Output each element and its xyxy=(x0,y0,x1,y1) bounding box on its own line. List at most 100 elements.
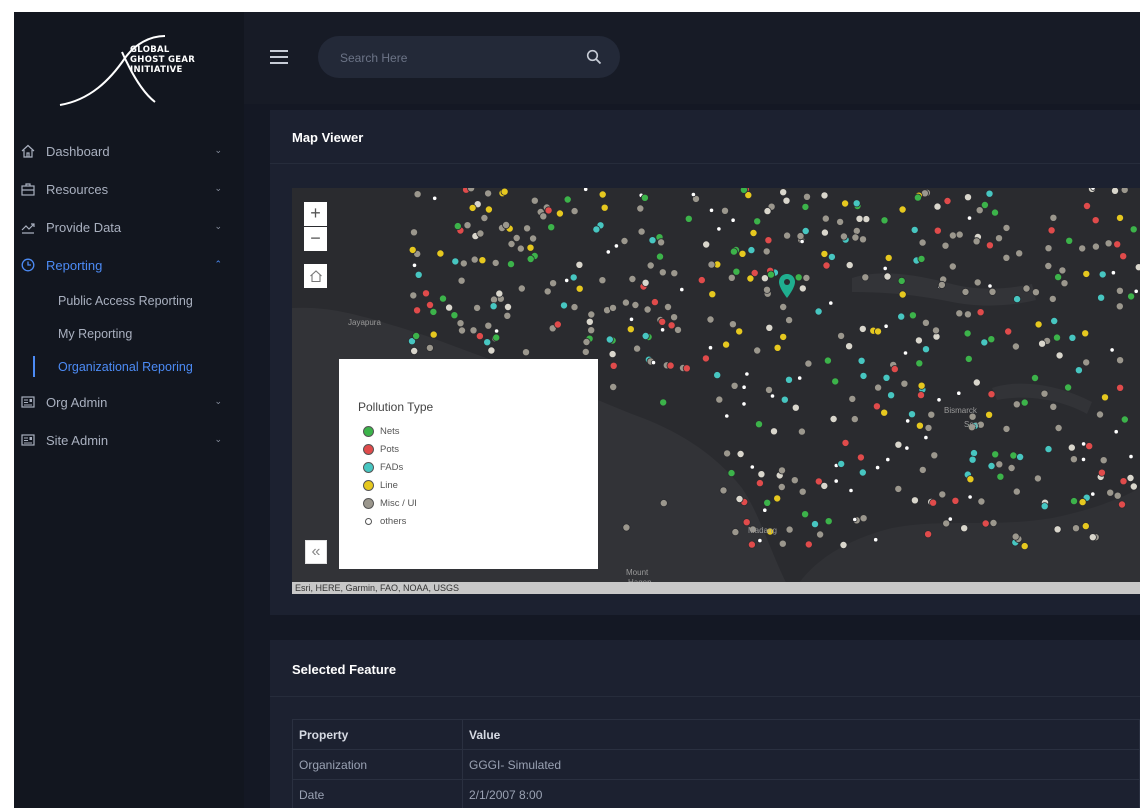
map-point[interactable] xyxy=(523,224,532,233)
map-point[interactable] xyxy=(779,303,788,312)
map-point[interactable] xyxy=(782,196,791,205)
map-point[interactable] xyxy=(801,202,810,211)
map-point[interactable] xyxy=(757,537,763,544)
map-point[interactable] xyxy=(1126,473,1135,482)
map-point[interactable] xyxy=(667,321,676,330)
map-point[interactable] xyxy=(1068,333,1077,342)
map-point[interactable] xyxy=(933,226,942,235)
map-point[interactable] xyxy=(941,241,950,250)
map-point[interactable] xyxy=(766,270,775,279)
map-point[interactable] xyxy=(730,381,739,390)
map-point[interactable] xyxy=(858,324,867,333)
map-point[interactable] xyxy=(897,312,906,321)
map-point[interactable] xyxy=(549,279,558,288)
map-point[interactable] xyxy=(947,516,953,522)
map-point[interactable] xyxy=(1078,244,1087,253)
map-point[interactable] xyxy=(937,280,946,289)
sidebar-item-reporting[interactable]: Reporting ⌃ xyxy=(14,246,244,284)
map-point[interactable] xyxy=(956,390,962,396)
map-point[interactable] xyxy=(502,221,511,230)
sidebar-item-provide-data[interactable]: Provide Data ⌄ xyxy=(14,208,244,246)
map-point[interactable] xyxy=(697,276,706,285)
map-point[interactable] xyxy=(1116,356,1125,365)
map-point[interactable] xyxy=(967,494,973,500)
map-point[interactable] xyxy=(883,272,892,281)
map-point[interactable] xyxy=(814,307,823,316)
map-point[interactable] xyxy=(708,290,717,299)
map-point[interactable] xyxy=(908,410,917,419)
map-point[interactable] xyxy=(570,303,579,312)
map-point[interactable] xyxy=(884,253,893,262)
map-point[interactable] xyxy=(701,354,710,363)
map-point[interactable] xyxy=(985,410,994,419)
map-point[interactable] xyxy=(738,249,747,258)
map-point[interactable] xyxy=(585,317,594,326)
map-point[interactable] xyxy=(429,330,438,339)
map-point[interactable] xyxy=(797,375,803,381)
map-point[interactable] xyxy=(936,397,942,403)
map-point[interactable] xyxy=(779,188,788,197)
map-point[interactable] xyxy=(861,273,870,282)
map-point[interactable] xyxy=(791,403,800,412)
map-point[interactable] xyxy=(480,213,489,222)
map-point[interactable] xyxy=(1097,468,1106,477)
map-point[interactable] xyxy=(794,273,803,282)
map-point[interactable] xyxy=(429,307,438,316)
map-point[interactable] xyxy=(933,202,942,211)
map-point[interactable] xyxy=(706,315,715,324)
map-point[interactable] xyxy=(1110,270,1117,276)
map-point[interactable] xyxy=(1067,443,1076,452)
map-point[interactable] xyxy=(1120,415,1129,424)
map-point[interactable] xyxy=(539,212,548,221)
map-point[interactable] xyxy=(592,225,601,234)
map-point[interactable] xyxy=(820,228,829,237)
map-point[interactable] xyxy=(1053,525,1062,534)
map-point[interactable] xyxy=(1044,445,1053,454)
map-point[interactable] xyxy=(1047,226,1056,235)
map-point[interactable] xyxy=(1038,339,1047,348)
map-point[interactable] xyxy=(829,414,838,423)
map-point[interactable] xyxy=(862,215,871,224)
map-point[interactable] xyxy=(820,249,829,258)
map-point[interactable] xyxy=(827,252,836,261)
map-point[interactable] xyxy=(873,537,879,543)
map-point[interactable] xyxy=(487,346,496,355)
map-point[interactable] xyxy=(655,252,664,261)
map-point[interactable] xyxy=(1009,451,1018,460)
map-point[interactable] xyxy=(976,308,985,317)
map-point[interactable] xyxy=(555,209,564,218)
zoom-in-button[interactable]: + xyxy=(304,202,327,226)
map-point[interactable] xyxy=(1134,263,1140,272)
map-point[interactable] xyxy=(1054,273,1063,282)
map-point[interactable] xyxy=(851,233,860,242)
map-point[interactable] xyxy=(929,498,938,507)
map-point[interactable] xyxy=(587,310,596,319)
map-point[interactable] xyxy=(924,423,933,432)
map-point[interactable] xyxy=(1119,252,1128,261)
map-point[interactable] xyxy=(1011,532,1020,541)
map-point[interactable] xyxy=(1129,482,1138,491)
map-point[interactable] xyxy=(609,361,618,370)
map-point[interactable] xyxy=(964,354,973,363)
map-point[interactable] xyxy=(845,261,854,270)
map-point[interactable] xyxy=(1109,347,1115,353)
map-point[interactable] xyxy=(1113,491,1122,500)
map-point[interactable] xyxy=(569,273,578,282)
map-point[interactable] xyxy=(469,326,478,335)
map-point[interactable] xyxy=(583,188,589,192)
map-point[interactable] xyxy=(850,415,859,424)
map-point[interactable] xyxy=(796,232,805,241)
sidebar-item-resources[interactable]: Resources ⌄ xyxy=(14,170,244,208)
map-point[interactable] xyxy=(980,338,989,347)
map-point[interactable] xyxy=(684,214,693,223)
map-point[interactable] xyxy=(991,208,1000,217)
map-point[interactable] xyxy=(507,240,516,249)
map-point[interactable] xyxy=(1053,333,1062,342)
map-point[interactable] xyxy=(898,290,907,299)
map-point[interactable] xyxy=(1111,188,1119,195)
map-point[interactable] xyxy=(637,227,646,236)
map-point[interactable] xyxy=(1031,373,1040,382)
map-point[interactable] xyxy=(837,331,846,340)
map-point[interactable] xyxy=(985,241,994,250)
map-point[interactable] xyxy=(451,257,460,266)
